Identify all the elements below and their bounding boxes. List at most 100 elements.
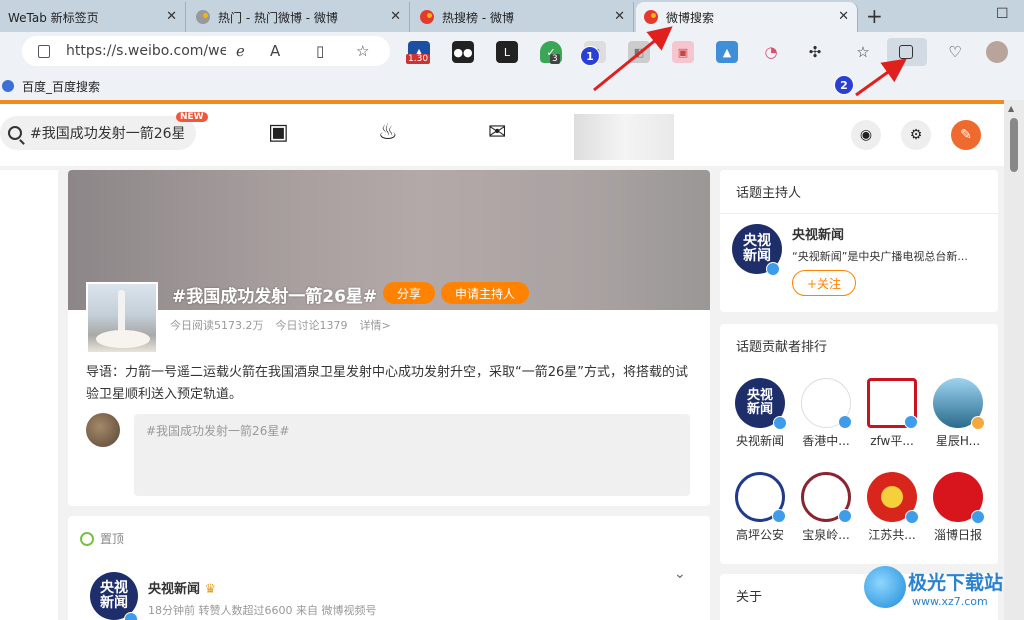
extension-icon[interactable]: ▣ [672,41,694,63]
close-icon[interactable]: ✕ [838,9,849,24]
search-box[interactable]: #我国成功发射一箭26星 [0,116,196,150]
contributor-name: 淄博日报 [933,528,982,542]
left-nav-column [0,170,58,620]
hot-flame-icon[interactable]: ♨ [378,120,398,145]
banner-image [574,114,674,160]
scroll-up-icon[interactable]: ▲ [1008,104,1014,113]
tab-wetab[interactable]: WeTab 新标签页 ✕ [0,2,186,32]
pinned-post-card: 置顶 央视 新闻 央视新闻 ♛ 18分钟前 转赞人数超过6600 来自 微博视频… [68,516,710,620]
collections-icon [899,45,913,59]
contributors-card: 话题贡献者排行 央视 新闻 央视新闻 香港中... zfw平... 星辰H...… [720,324,998,564]
favorites-icon[interactable]: ☆ [852,41,874,63]
page-scrollbar[interactable] [1004,100,1024,620]
reads-count: 今日阅读5173.2万 [170,319,264,332]
search-icon[interactable] [8,126,22,140]
reader-view-icon[interactable]: ▯ [316,42,324,60]
tab-weibo-search[interactable]: 微博搜索 ✕ [636,2,858,32]
host-card-title: 话题主持人 [720,170,998,214]
details-link[interactable]: 详情> [360,317,391,333]
step-marker-1: 1 [580,46,600,66]
maximize-icon[interactable]: ☐ [996,6,1009,22]
contributor-name: 宝泉岭... [802,528,850,542]
host-name[interactable]: 央视新闻 [792,224,844,243]
favorite-star-icon[interactable]: ☆ [356,42,369,60]
contributor-item[interactable]: 江苏共... [859,472,925,543]
contributor-name: 星辰H... [935,434,981,448]
contributor-item[interactable]: 星辰H... [925,378,991,449]
read-aloud-icon[interactable]: A [270,42,280,60]
contributor-avatar [867,378,918,429]
contributor-avatar [933,378,985,430]
profile-avatar-icon[interactable] [986,41,1008,63]
extension-badge: 3 [550,54,560,64]
new-tab-icon[interactable]: + [866,4,883,28]
contributor-item[interactable]: 香港中... [793,378,859,449]
pin-icon [80,531,94,546]
ie-mode-icon[interactable]: ℯ [236,42,245,60]
close-icon[interactable]: ✕ [390,9,401,24]
clock-extension-icon[interactable]: ◔ [760,41,782,63]
settings-gear-icon[interactable]: ⚙ [901,120,931,150]
tab-label: 微博搜索 [666,10,715,25]
comment-input[interactable]: #我国成功发射一箭26星# [134,414,690,496]
game-icon[interactable]: ◉ [851,120,881,150]
contributor-item[interactable]: 高坪公安 [727,472,793,543]
contributor-avatar: 央视 新闻 [735,378,787,430]
extension-icon[interactable]: ◧ [628,41,650,63]
discussion-count: 今日讨论1379 [275,319,348,332]
address-bar[interactable]: https://s.weibo.com/we... ℯ A ▯ ☆ [22,36,390,66]
tab-hot-search[interactable]: 热搜榜 - 微博 ✕ [412,2,634,32]
weibo-header: #我国成功发射一箭26星 NEW ▣ ♨ ✉ ◉ ⚙ ✎ [0,104,1004,166]
collections-button[interactable] [887,38,927,66]
tab-bar: WeTab 新标签页 ✕ 热门 - 热门微博 - 微博 ✕ 热搜榜 - 微博 ✕… [0,0,1024,32]
close-icon[interactable]: ✕ [614,9,625,24]
contributor-name: 江苏共... [868,528,916,542]
extensions-puzzle-icon[interactable]: ✣ [804,41,826,63]
contributor-avatar [801,472,852,523]
post-author-label: 央视新闻 [148,582,201,597]
bookmark-baidu[interactable]: 百度_百度搜索 [22,78,100,95]
video-icon[interactable]: ▣ [268,120,289,145]
post-author-name[interactable]: 央视新闻 ♛ [148,578,216,597]
logo-line1: 央视 [743,233,771,250]
browser-toolbar: https://s.weibo.com/we... ℯ A ▯ ☆ ▲ 1.30… [0,32,1024,72]
user-avatar[interactable] [86,413,120,447]
tab-label: 热门 - 热门微博 - 微博 [218,10,338,25]
contributor-item[interactable]: 淄博日报 [925,472,991,543]
weibo-icon [196,10,210,24]
verified-icon [971,510,985,524]
extension-icon[interactable]: ●● [452,41,474,63]
weibo-icon [420,10,434,24]
close-icon[interactable]: ✕ [166,9,177,24]
extension-icon[interactable]: L [496,41,518,63]
compose-edit-icon[interactable]: ✎ [951,120,981,150]
message-mail-icon[interactable]: ✉ [488,120,506,145]
extension-badge: 1.30 [406,54,431,64]
tab-label: 热搜榜 - 微博 [442,10,514,25]
pinned-label: 置顶 [80,530,124,547]
verified-icon [766,262,780,276]
contributor-name: 高坪公安 [735,528,784,542]
contributors-title: 话题贡献者排行 [736,340,828,355]
logo-line2: 新闻 [746,402,773,417]
share-button[interactable]: 分享 [383,282,435,304]
verified-icon [773,416,787,430]
chevron-down-icon[interactable]: ⌄ [674,566,686,582]
verified-icon [772,509,786,523]
step-marker-2: 2 [834,75,854,95]
tab-hot[interactable]: 热门 - 热门微博 - 微博 ✕ [188,2,410,32]
contributor-item[interactable]: zfw平... [859,378,925,449]
follow-button[interactable]: +关注 [792,270,856,296]
contributor-name: 香港中... [802,434,850,448]
heart-pulse-icon[interactable]: ♡ [944,41,966,63]
scrollbar-thumb[interactable] [1010,118,1018,172]
contributor-item[interactable]: 宝泉岭... [793,472,859,543]
lock-icon[interactable] [38,44,50,58]
verified-icon [124,612,138,620]
contributor-item[interactable]: 央视 新闻 央视新闻 [727,378,793,449]
weibo-page: #我国成功发射一箭26星 NEW ▣ ♨ ✉ ◉ ⚙ ✎ #我国成功发射一箭26… [0,104,1004,620]
image-extension-icon[interactable]: ▲ [716,41,738,63]
search-input[interactable]: #我国成功发射一箭26星 [30,123,184,143]
watermark: 极光下载站 www.xz7.com [838,560,1018,616]
apply-host-button[interactable]: 申请主持人 [441,282,529,304]
